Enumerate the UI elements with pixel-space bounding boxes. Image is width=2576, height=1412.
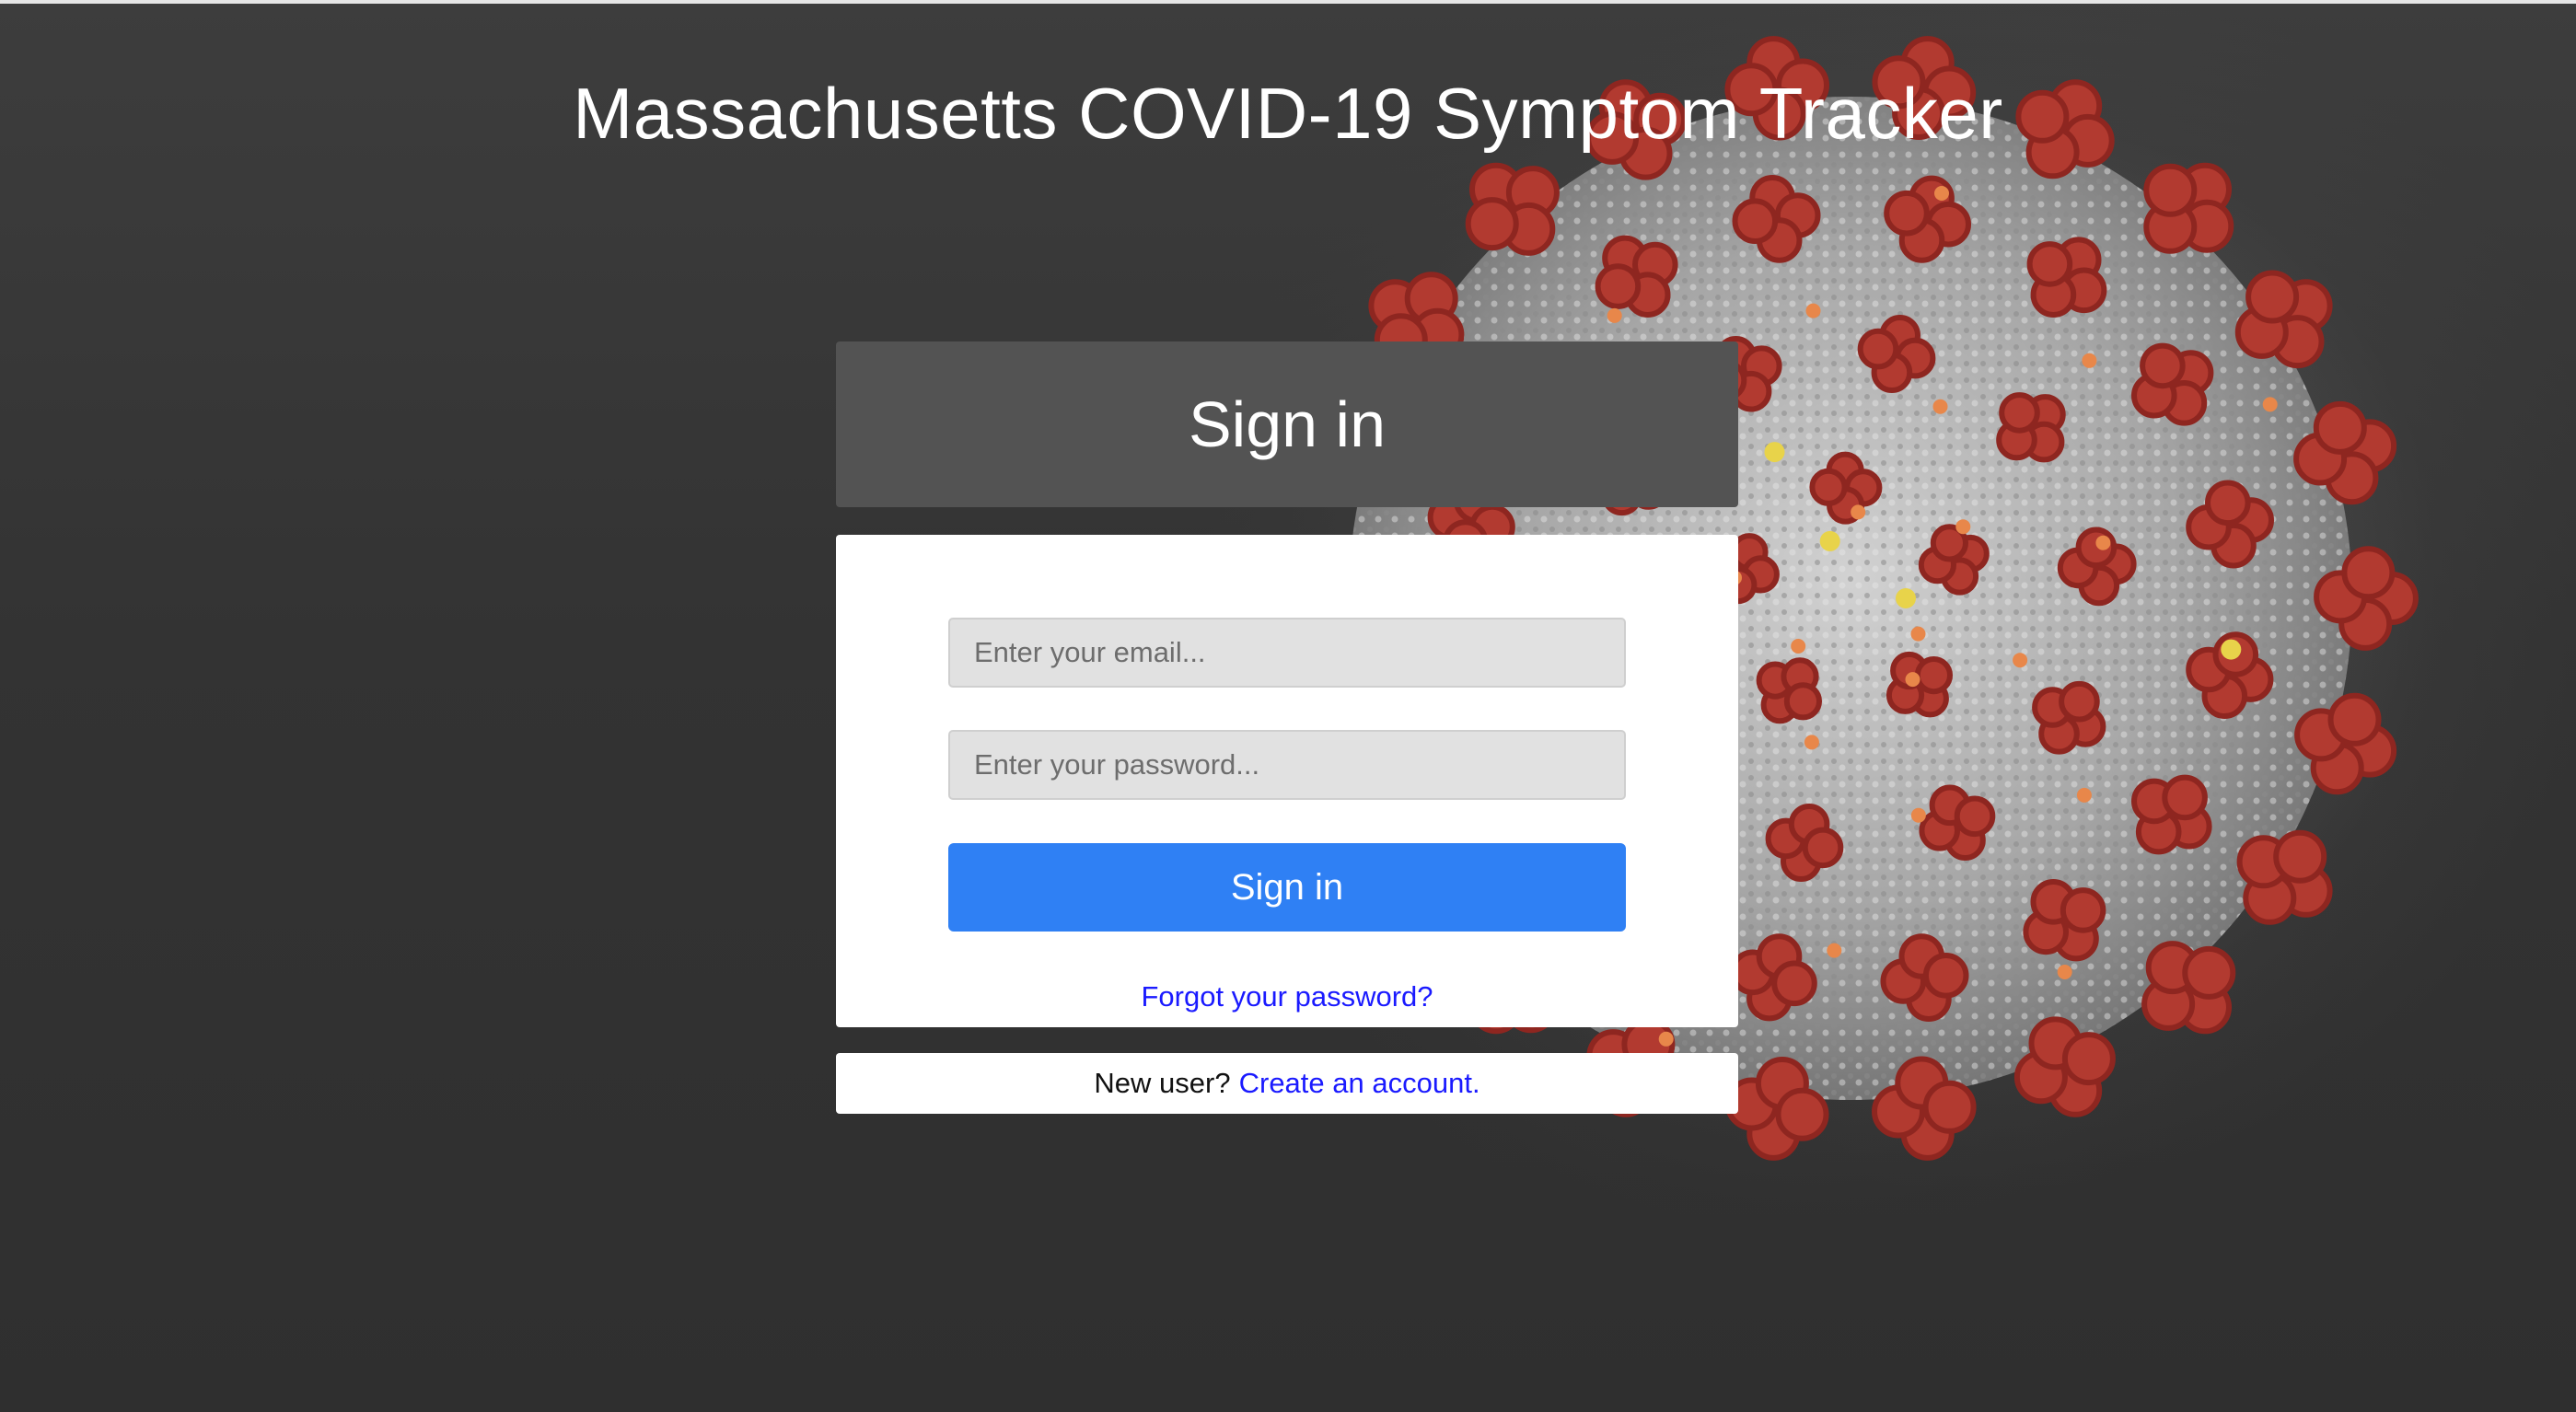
surface-protein-dot: [1905, 672, 1920, 688]
sign-in-heading: Sign in: [1188, 388, 1387, 460]
spike-protein: [1783, 682, 1823, 721]
sign-in-form: Sign in Forgot your password?: [836, 535, 1738, 1027]
surface-protein-dot: [1955, 519, 1971, 535]
spike-protein: [2245, 270, 2300, 324]
new-user-panel: New user? Create an account.: [836, 1053, 1738, 1114]
surface-protein-dot: [1932, 399, 1948, 414]
spike-protein: [1884, 190, 1930, 237]
spike-protein: [2162, 774, 2208, 821]
surface-protein-dot: [1910, 626, 1926, 642]
surface-protein-dot: [1791, 639, 1806, 654]
spike-protein: [1922, 953, 1969, 999]
spike-protein: [2327, 692, 2382, 747]
surface-protein-dot: [1764, 442, 1785, 463]
spike-protein: [1999, 392, 2040, 434]
spike-protein: [2313, 400, 2367, 455]
new-user-prompt: New user?: [1094, 1067, 1231, 1099]
spike-protein: [2341, 546, 2396, 600]
spike-protein: [1775, 1087, 1829, 1141]
password-input[interactable]: [948, 730, 1626, 800]
spike-protein: [1802, 827, 1844, 869]
spike-protein: [1465, 197, 1519, 251]
spike-protein: [2061, 1032, 2116, 1086]
surface-protein-dot: [2057, 965, 2072, 979]
spike-protein: [2205, 480, 2251, 527]
surface-protein-dot: [2262, 397, 2278, 412]
email-input[interactable]: [948, 618, 1626, 688]
surface-protein-dot: [1934, 186, 1949, 201]
surface-protein-dot: [1910, 807, 1926, 823]
spike-protein: [1954, 795, 1996, 838]
surface-protein-dot: [1827, 943, 1842, 958]
spike-protein: [1771, 960, 1817, 1007]
surface-protein-dot: [2082, 353, 2097, 368]
surface-protein-dot: [1607, 307, 1622, 323]
spike-protein: [1857, 328, 1899, 370]
surface-protein-dot: [2013, 653, 2028, 668]
sign-in-header: Sign in: [836, 341, 1738, 507]
spike-protein: [1732, 198, 1779, 244]
forgot-password-link[interactable]: Forgot your password?: [836, 980, 1738, 1013]
create-account-link[interactable]: Create an account.: [1239, 1067, 1480, 1100]
surface-protein-dot: [1851, 504, 1866, 520]
spike-protein: [2143, 163, 2198, 217]
top-border: [0, 0, 2576, 4]
spike-protein: [2182, 945, 2236, 1000]
surface-protein-dot: [1896, 588, 1916, 608]
spike-protein: [2140, 342, 2186, 389]
surface-protein-dot: [2076, 787, 2092, 803]
spike-protein: [1922, 1080, 1977, 1134]
surface-protein-dot: [1819, 530, 1840, 551]
surface-protein-dot: [2221, 639, 2242, 660]
spike-protein: [2060, 887, 2106, 933]
spike-protein: [1809, 468, 1848, 506]
sign-in-button[interactable]: Sign in: [948, 843, 1626, 932]
page-title: Massachusetts COVID-19 Symptom Tracker: [573, 73, 2003, 154]
surface-protein-dot: [1658, 1031, 1674, 1047]
spike-protein: [2059, 680, 2100, 723]
spike-protein: [2026, 241, 2073, 287]
surface-protein-dot: [2095, 535, 2111, 550]
spike-protein: [1595, 263, 1642, 309]
surface-protein-dot: [1804, 735, 1819, 750]
spike-protein: [2273, 829, 2327, 884]
spike-protein: [1914, 656, 1954, 695]
surface-protein-dot: [1805, 303, 1821, 318]
